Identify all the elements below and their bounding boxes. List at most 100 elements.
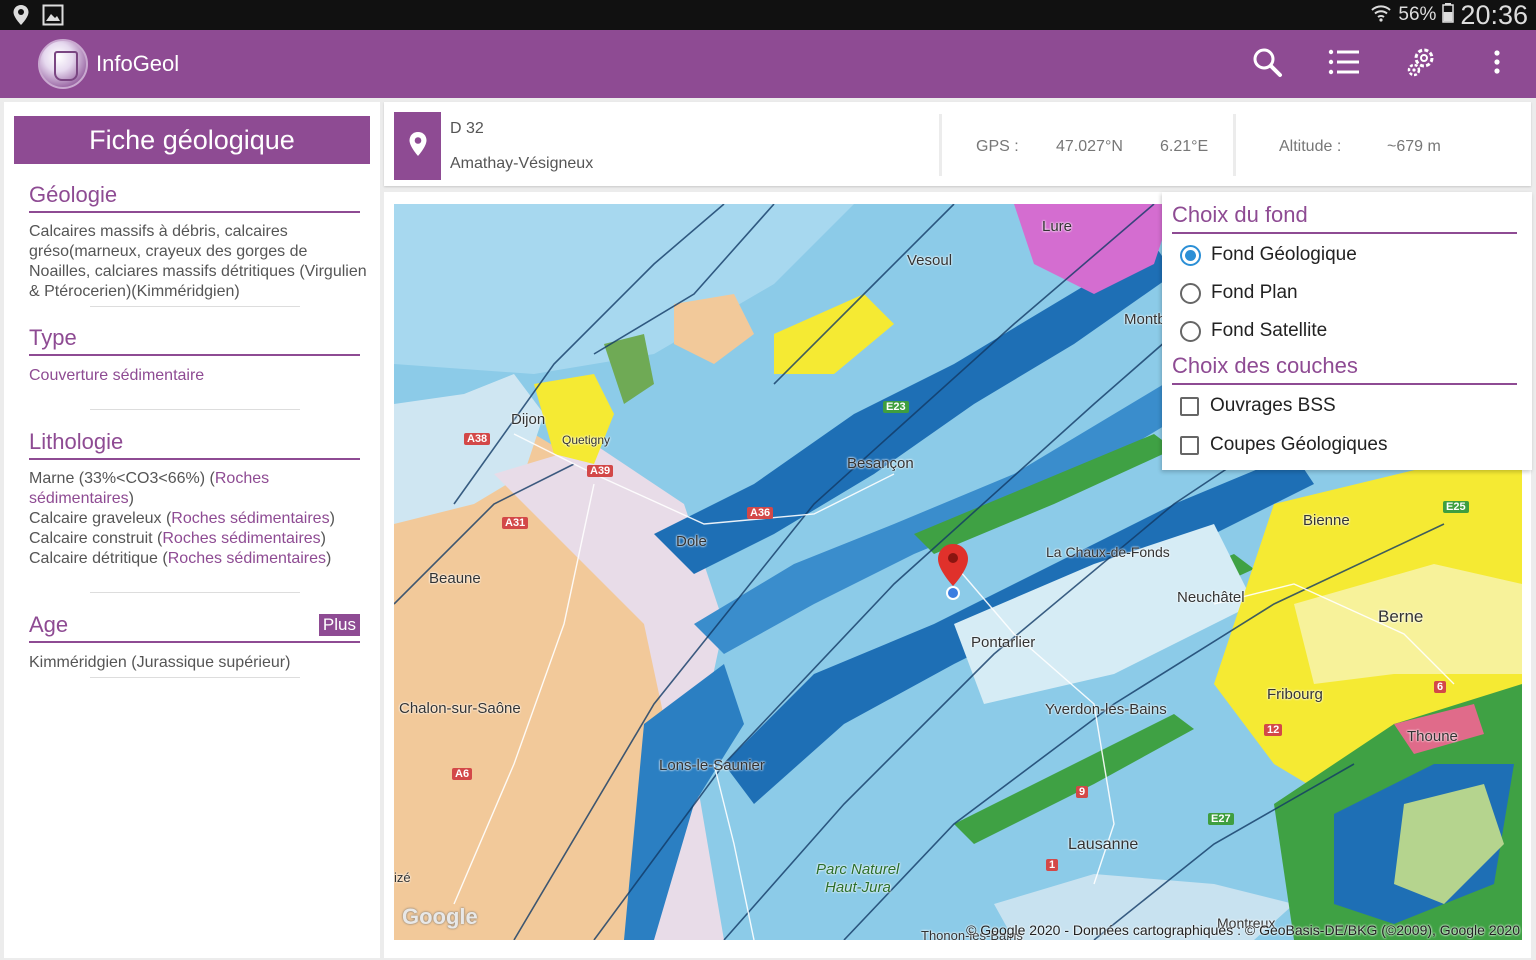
map-park-label: Parc Naturel <box>816 861 900 878</box>
map-city-label: Lons-le-Saunier <box>659 757 765 774</box>
highway-shield: A36 <box>747 507 774 519</box>
overflow-menu-button[interactable] <box>1479 46 1515 82</box>
highway-shield: A38 <box>464 433 491 445</box>
highway-shield: A39 <box>587 465 614 477</box>
layer-panel: Choix du fond Fond Géologique Fond Plan … <box>1162 192 1532 470</box>
wifi-icon <box>1370 3 1392 28</box>
age-heading: Age Plus <box>29 612 360 643</box>
type-heading: Type <box>29 325 360 356</box>
lithologie-item: Calcaire détritique (Roches sédimentaire… <box>29 550 332 567</box>
fond-geologique-option[interactable]: Fond Géologique <box>1180 242 1357 268</box>
euro-route-shield: E25 <box>1443 501 1469 513</box>
type-value[interactable]: Couverture sédimentaire <box>29 366 369 386</box>
map-city-label: Neuchâtel <box>1177 589 1245 606</box>
map-city-label: Chalon-sur-Saône <box>399 700 521 717</box>
map-pin-icon <box>408 131 428 162</box>
gps-longitude: 6.21°E <box>1160 138 1209 155</box>
map-city-label: izé <box>394 870 411 885</box>
lithologie-list: Marne (33%<CO3<66%) (Roches sédimentaire… <box>29 469 369 569</box>
coupes-geologiques-option[interactable]: Coupes Géologiques <box>1180 432 1387 458</box>
highway-shield: A31 <box>502 517 529 529</box>
fond-satellite-option[interactable]: Fond Satellite <box>1180 318 1327 344</box>
map-city-label: Lure <box>1042 218 1073 235</box>
list-button[interactable] <box>1326 46 1362 82</box>
google-logo: Google <box>402 904 478 929</box>
image-icon <box>42 4 64 31</box>
fond-plan-option[interactable]: Fond Plan <box>1180 280 1298 306</box>
map-city-label: Montb <box>1124 311 1166 328</box>
location-card: D 32 Amathay-Vésigneux GPS : 47.027°N 6.… <box>384 102 1531 186</box>
fiche-panel: Fiche géologique Géologie Calcaires mass… <box>4 102 380 958</box>
status-bar: 56% 20:36 <box>0 0 1536 30</box>
status-time: 20:36 <box>1460 0 1528 30</box>
divider <box>90 409 300 410</box>
fond-heading: Choix du fond <box>1172 202 1517 234</box>
settings-button[interactable] <box>1403 46 1439 82</box>
location-pin-button[interactable] <box>394 112 441 180</box>
roche-link[interactable]: Roches sédimentaires <box>168 550 326 567</box>
map-park-label: Haut-Jura <box>825 879 891 896</box>
map-city-label: Thoune <box>1407 728 1458 745</box>
app-logo <box>38 39 88 89</box>
lithologie-item: Calcaire graveleux (Roches sédimentaires… <box>29 510 335 527</box>
geologie-heading: Géologie <box>29 182 360 213</box>
lithologie-item: Marne (33%<CO3<66%) (Roches sédimentaire… <box>29 470 270 507</box>
separator <box>939 114 942 176</box>
map-city-label: Vesoul <box>907 252 953 269</box>
highway-shield: 12 <box>1264 724 1283 736</box>
map-city-label: La Chaux-de-Fonds <box>1046 544 1170 560</box>
location-icon <box>12 4 30 31</box>
plus-button[interactable]: Plus <box>318 614 360 636</box>
radio-selected[interactable] <box>1180 244 1201 266</box>
gps-label: GPS : <box>976 138 1019 155</box>
search-button[interactable] <box>1249 46 1285 82</box>
battery-percent: 56% <box>1398 4 1437 25</box>
highway-shield: 1 <box>1046 859 1059 871</box>
age-value: Kimméridgien (Jurassique supérieur) <box>29 654 291 671</box>
map-city-label: Berne <box>1378 607 1424 626</box>
road-name: D 32 <box>450 120 484 137</box>
radio-unselected[interactable] <box>1180 282 1201 304</box>
map-city-label: Besançon <box>847 455 914 472</box>
battery-icon <box>1442 2 1455 28</box>
highway-shield: 9 <box>1076 786 1089 798</box>
highway-shield: 6 <box>1434 681 1447 693</box>
radio-unselected[interactable] <box>1180 320 1201 342</box>
lithologie-heading: Lithologie <box>29 429 360 460</box>
map-city-label: Bienne <box>1303 512 1350 529</box>
app-bar: InfoGeol <box>0 30 1536 98</box>
checkbox[interactable] <box>1180 396 1199 416</box>
gps-latitude: 47.027°N <box>1056 138 1123 155</box>
lithologie-item: Calcaire construit (Roches sédimentaires… <box>29 530 326 547</box>
map-copyright: © Google 2020 - Données cartographiques … <box>966 922 1520 938</box>
commune-name: Amathay-Vésigneux <box>450 155 594 172</box>
map-city-label: Dijon <box>511 411 546 428</box>
euro-route-shield: E27 <box>1208 813 1234 825</box>
map-city-label: Dole <box>676 533 707 550</box>
highway-shield: A6 <box>452 768 473 780</box>
overflow-menu-icon <box>1493 49 1501 80</box>
map-city-label: Lausanne <box>1068 836 1139 853</box>
euro-route-shield: E23 <box>883 401 909 413</box>
altitude-value: ~679 m <box>1387 138 1441 155</box>
map-city-label: Beaune <box>429 570 481 587</box>
map-city-label: Fribourg <box>1267 686 1323 703</box>
divider <box>90 677 300 678</box>
checkbox[interactable] <box>1180 435 1199 455</box>
search-icon <box>1251 46 1283 83</box>
separator <box>1233 114 1236 176</box>
map-city-label: Pontarlier <box>971 634 1036 651</box>
geologie-text: Calcaires massifs à débris, calcaires gr… <box>29 223 367 300</box>
roche-link[interactable]: Roches sédimentaires <box>171 510 329 527</box>
roche-link[interactable]: Roches sédimentaires <box>162 530 320 547</box>
divider <box>90 306 300 307</box>
map-city-label: Yverdon-les-Bains <box>1045 701 1167 718</box>
ouvrages-bss-option[interactable]: Ouvrages BSS <box>1180 393 1336 419</box>
list-icon <box>1328 48 1360 81</box>
altitude-label: Altitude : <box>1279 138 1342 155</box>
settings-icon <box>1405 46 1437 83</box>
app-title: InfoGeol <box>96 51 180 76</box>
divider <box>90 592 300 593</box>
fiche-title: Fiche géologique <box>14 116 370 164</box>
couches-heading: Choix des couches <box>1172 353 1517 385</box>
